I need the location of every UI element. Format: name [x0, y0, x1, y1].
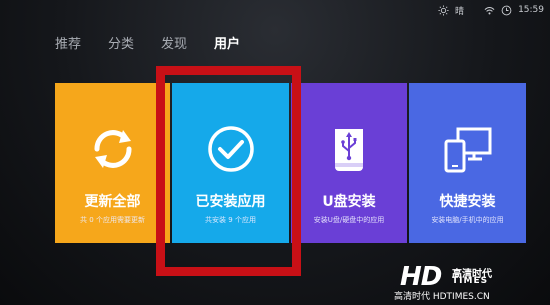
- tile-quick-install[interactable]: 快捷安装 安装电脑/手机中的应用: [409, 83, 526, 243]
- tile-installed-apps[interactable]: 已安装应用 共安装 9 个应用: [172, 83, 289, 243]
- usb-drive-icon: [335, 129, 363, 171]
- top-nav: 推荐 分类 发现 用户: [55, 33, 267, 52]
- tile-subtitle: 安装电脑/手机中的应用: [431, 216, 504, 224]
- tab-recommend[interactable]: 推荐: [55, 33, 81, 52]
- tab-user[interactable]: 用户: [214, 33, 240, 52]
- watermark-en-text: TIMES: [452, 276, 489, 286]
- tile-title: 已安装应用: [195, 194, 266, 210]
- tile-usb-install[interactable]: U盘安装 安装U盘/硬盘中的应用: [291, 83, 407, 243]
- devices-icon: [444, 127, 491, 173]
- tile-subtitle: 安装U盘/硬盘中的应用: [313, 216, 385, 224]
- tile-title: 更新全部: [84, 194, 141, 210]
- tile-title: 快捷安装: [439, 194, 496, 210]
- tile-title: U盘安装: [322, 194, 376, 210]
- watermark-logo: HD: [400, 262, 442, 292]
- tile-update-all[interactable]: 更新全部 共 0 个应用需要更新: [55, 83, 170, 243]
- checkmark-circle-icon: [207, 126, 254, 172]
- status-bar: 晴 15:59: [438, 3, 544, 17]
- status-time: 15:59: [518, 5, 544, 15]
- watermark-url: 高清时代 HDTIMES.CN: [394, 292, 490, 302]
- weather-label: 晴: [455, 6, 465, 17]
- tab-categories[interactable]: 分类: [108, 33, 134, 52]
- clock-icon: [501, 5, 512, 15]
- weather-sun-icon: [438, 4, 449, 16]
- tile-subtitle: 共安装 9 个应用: [205, 216, 256, 224]
- tile-subtitle: 共 0 个应用需要更新: [80, 216, 145, 224]
- watermark: HD 高清时代 TIMES 高清时代 HDTIMES.CN: [392, 262, 542, 302]
- tab-discover[interactable]: 发现: [161, 33, 187, 52]
- wifi-icon: [484, 6, 495, 14]
- refresh-icon: [93, 130, 132, 168]
